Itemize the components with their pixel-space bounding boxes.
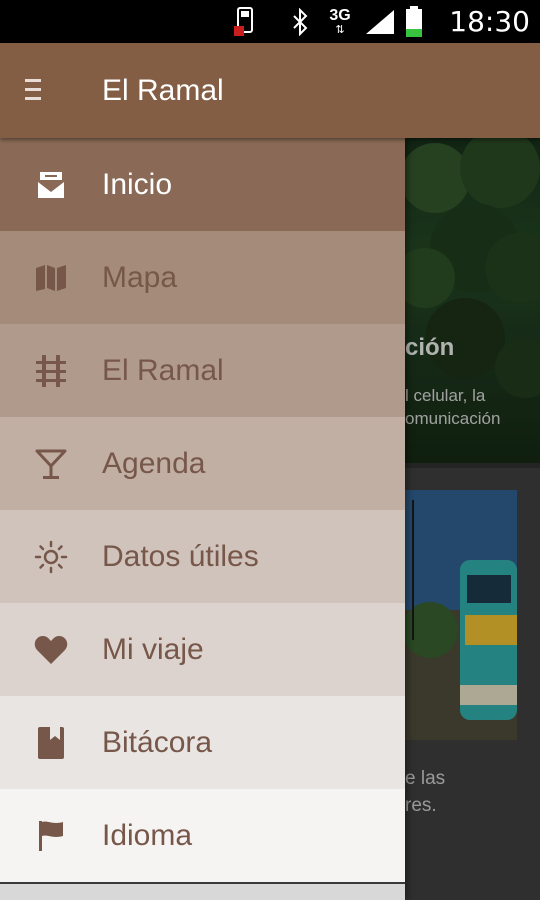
- drawer-item-label: Bitácora: [102, 725, 213, 759]
- app-bar: El Ramal: [0, 43, 540, 138]
- drawer-item-idioma[interactable]: Idioma: [0, 789, 405, 882]
- home-icon: [33, 168, 69, 202]
- drawer-item-label: Idioma: [102, 818, 193, 852]
- clock: 18:30: [449, 5, 530, 38]
- drawer-item-mi-viaje[interactable]: Mi viaje: [0, 603, 405, 696]
- navigation-drawer: Inicio Mapa El Ramal Agenda Datos útiles…: [0, 138, 405, 900]
- drawer-item-label: Mi viaje: [102, 632, 204, 666]
- drawer-item-inicio[interactable]: Inicio: [0, 138, 405, 231]
- map-icon: [33, 261, 69, 295]
- sun-icon: [33, 540, 69, 574]
- network-label: 3G: [329, 6, 351, 24]
- status-bar: 3G ⇅ 18:30: [0, 0, 540, 43]
- drawer-scrim[interactable]: [405, 138, 540, 900]
- flag-icon: [33, 819, 69, 853]
- drawer-item-label: El Ramal: [102, 353, 224, 387]
- bookmark-book-icon: [33, 726, 69, 760]
- drawer-item-label: Mapa: [102, 260, 178, 294]
- drawer-item-agenda[interactable]: Agenda: [0, 417, 405, 510]
- 3g-icon: 3G ⇅: [329, 6, 351, 36]
- drawer-item-label: Agenda: [102, 446, 206, 480]
- drawer-item-el-ramal[interactable]: El Ramal: [0, 324, 405, 417]
- drawer-item-label: Inicio: [102, 167, 173, 201]
- drawer-item-bitacora[interactable]: Bitácora: [0, 696, 405, 789]
- signal-icon: [362, 0, 398, 43]
- battery-icon: [402, 0, 426, 43]
- drawer-item-label: Datos útiles: [102, 539, 259, 573]
- drawer-item-datos-utiles[interactable]: Datos útiles: [0, 510, 405, 603]
- bluetooth-icon: [287, 0, 313, 43]
- rail-track-icon: [33, 354, 69, 388]
- drawer-footer: [0, 884, 405, 900]
- drawer-item-mapa[interactable]: Mapa: [0, 231, 405, 324]
- heart-icon: [33, 633, 69, 667]
- hamburger-menu-icon[interactable]: [20, 73, 50, 107]
- sim-card-icon: [230, 0, 260, 43]
- app-title: El Ramal: [102, 73, 224, 107]
- cocktail-icon: [33, 447, 69, 481]
